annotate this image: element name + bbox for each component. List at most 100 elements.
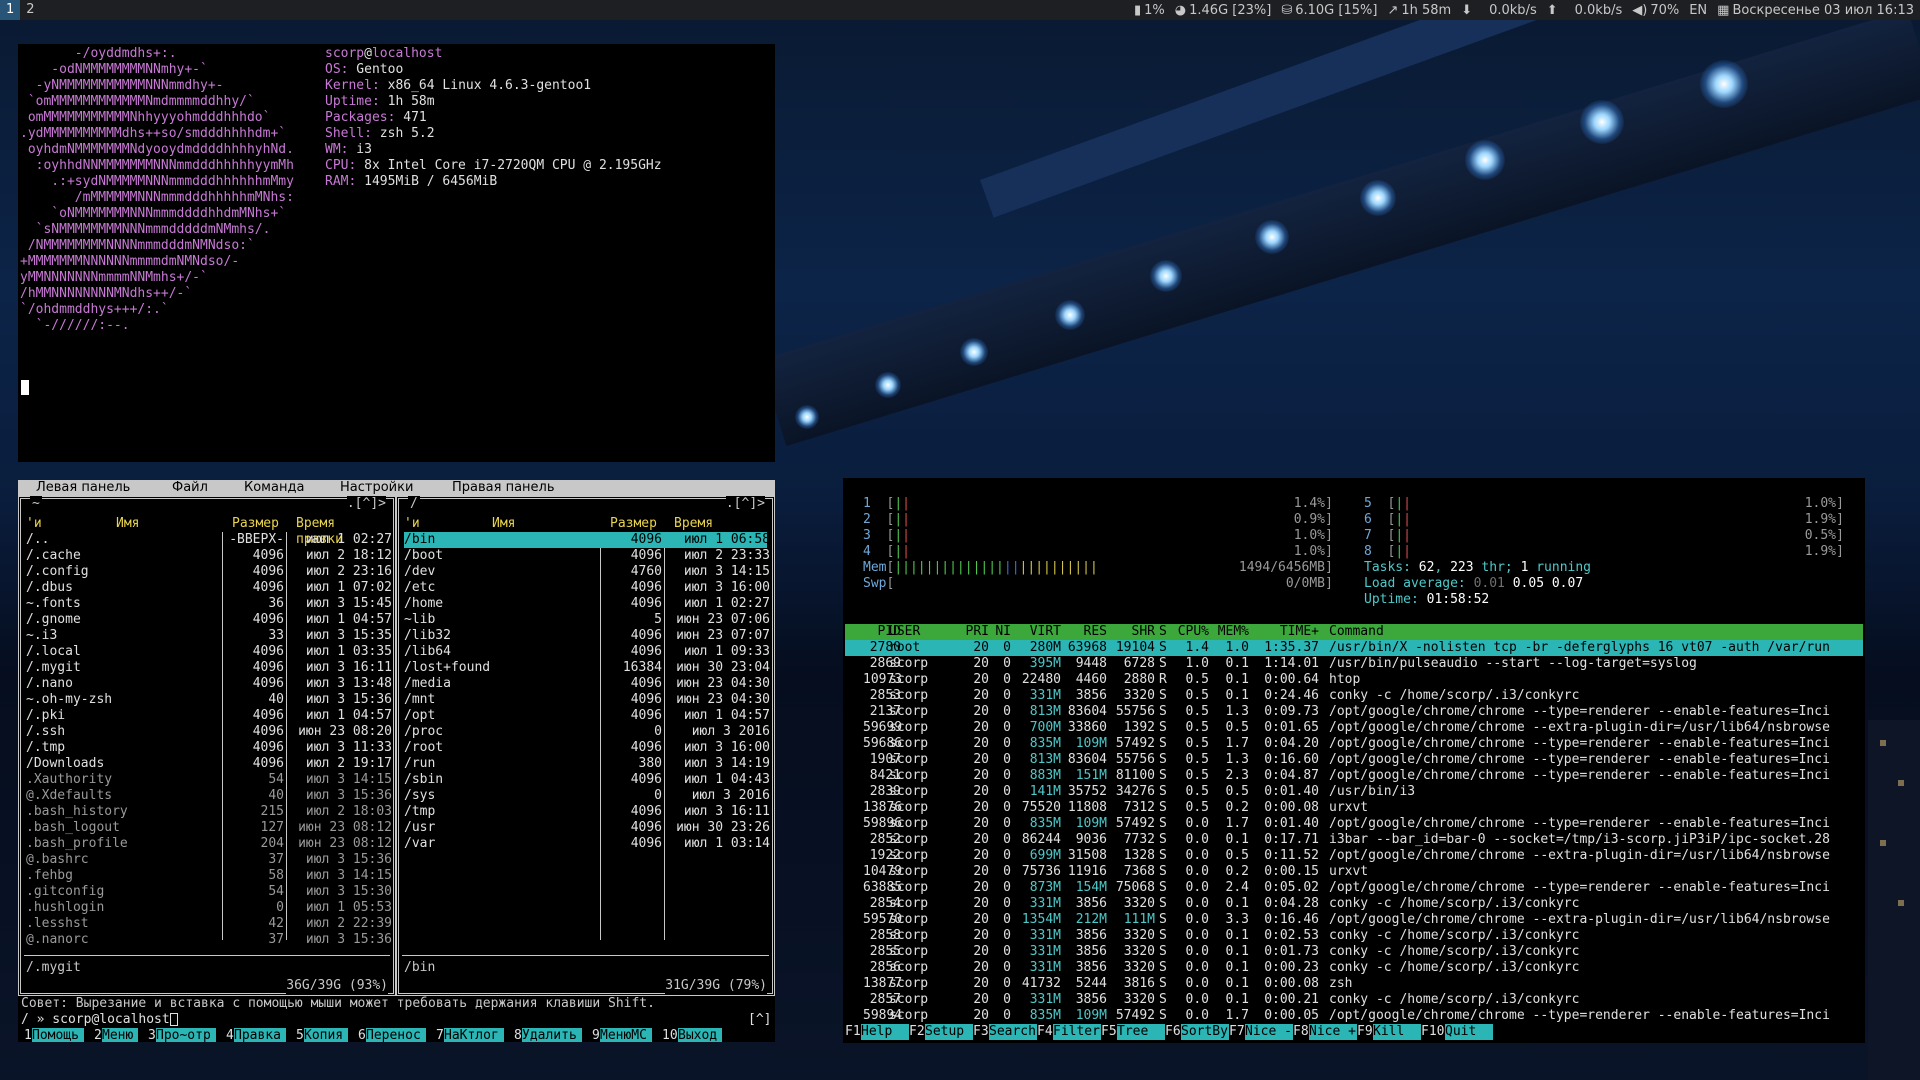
volume-status[interactable]: ◀) 70% — [1632, 3, 1679, 18]
process-row[interactable]: 1922 scorp 20 0 699M 31508 1328 S 0.0 0.5 0:11.52/… — [845, 848, 1863, 864]
file-row[interactable]: /var 4096 июл 1 03:14 — [404, 836, 770, 852]
mc-command-line[interactable]: / » scorp@localhost [^] — [21, 1012, 771, 1028]
file-row[interactable]: /usr 4096 июн 30 23:26 — [404, 820, 770, 836]
file-row[interactable]: /.config 4096 июл 2 23:16 — [26, 564, 392, 580]
file-row[interactable]: .bash_profile 204 июн 23 08:12 — [26, 836, 392, 852]
file-row[interactable]: ~.oh-my-zsh 40 июл 3 15:36 — [26, 692, 392, 708]
col-header-res[interactable]: RES — [1065, 624, 1107, 640]
fkey-setup[interactable]: Setup — [925, 1024, 973, 1040]
file-row[interactable]: ~.fonts 36 июл 3 15:45 — [26, 596, 392, 612]
fkey-МенюMC[interactable]: МенюMC — [600, 1028, 652, 1042]
menu-command[interactable]: Команда — [244, 480, 304, 496]
file-row[interactable]: .Xauthority 54 июл 3 14:15 — [26, 772, 392, 788]
file-row[interactable]: /dev 4760 июл 3 14:15 — [404, 564, 770, 580]
file-row[interactable]: .fehbg 58 июл 3 14:15 — [26, 868, 392, 884]
left-file-panel[interactable]: ~ .[^]> 'и Имя Размер Время правки /.. -В… — [18, 496, 396, 996]
file-row[interactable]: /.mygit 4096 июл 3 16:11 — [26, 660, 392, 676]
workspace-button-1[interactable]: 1 — [0, 0, 21, 20]
process-row[interactable]: 8421 scorp 20 0 883M 151M 81100 S 0.5 2.3 0:04.87/… — [845, 768, 1863, 784]
col-header-command[interactable]: Command — [1329, 624, 1384, 640]
fkey-kill[interactable]: Kill — [1373, 1024, 1421, 1040]
col-header-s[interactable]: S — [1159, 624, 1167, 640]
process-row[interactable]: 10479 scorp 20 0 75736 11916 7368 S 0.0 0.2 0:00.1… — [845, 864, 1863, 880]
col-header-pri[interactable]: PRI — [963, 624, 989, 640]
file-row[interactable]: .lesshst 42 июл 2 22:39 — [26, 916, 392, 932]
file-row[interactable]: /lib32 4096 июн 23 07:07 — [404, 628, 770, 644]
process-row[interactable]: 1907 scorp 20 0 813M 83604 55756 S 0.5 1.3 0:16.60… — [845, 752, 1863, 768]
fkey-help[interactable]: Help — [861, 1024, 909, 1040]
fkey-quit[interactable]: Quit — [1445, 1024, 1493, 1040]
file-row[interactable]: /.cache 4096 июл 2 18:12 — [26, 548, 392, 564]
file-row[interactable]: /.pki 4096 июл 1 04:57 — [26, 708, 392, 724]
file-row[interactable]: .bash_history 215 июл 2 18:03 — [26, 804, 392, 820]
workspace-button-2[interactable]: 2 — [20, 0, 40, 20]
history-button[interactable]: [^] — [748, 1012, 771, 1028]
menu-options[interactable]: Настройки — [340, 480, 413, 496]
file-row[interactable]: /lost+found 16384 июн 30 23:04 — [404, 660, 770, 676]
process-row[interactable]: 59570 scorp 20 0 1354M 212M 111M S 0.0 3.3 0:16.46… — [845, 912, 1863, 928]
file-row[interactable]: /.nano 4096 июл 3 13:48 — [26, 676, 392, 692]
col-header-shr[interactable]: SHR — [1111, 624, 1155, 640]
file-row[interactable]: /run 380 июл 3 14:19 — [404, 756, 770, 772]
fkey-Помощь[interactable]: Помощь — [32, 1028, 84, 1042]
col-header-mem[interactable]: MEM% — [1215, 624, 1249, 640]
file-row[interactable]: /.dbus 4096 июл 1 07:02 — [26, 580, 392, 596]
name-column-header[interactable]: Имя — [492, 516, 515, 532]
process-row[interactable]: 63885 scorp 20 0 873M 154M 75068 S 0.0 2.4 0:05.02… — [845, 880, 1863, 896]
file-row[interactable]: /root 4096 июл 3 16:00 — [404, 740, 770, 756]
file-row[interactable]: /etc 4096 июл 3 16:00 — [404, 580, 770, 596]
file-row[interactable]: /.local 4096 июл 1 03:35 — [26, 644, 392, 660]
col-header-cpu[interactable]: CPU% — [1175, 624, 1209, 640]
file-row[interactable]: /opt 4096 июл 1 04:57 — [404, 708, 770, 724]
file-row[interactable]: ~lib 5 июн 23 07:06 — [404, 612, 770, 628]
process-row[interactable]: 2855 scorp 20 0 331M 3856 3320 S 0.0 0.1 0:01.73 co… — [845, 944, 1863, 960]
fkey-Удалить[interactable]: Удалить — [522, 1028, 582, 1042]
col-header-user[interactable]: USER — [889, 624, 920, 640]
file-row[interactable]: @.Xdefaults 40 июл 3 15:36 — [26, 788, 392, 804]
process-row[interactable]: 10973 scorp 20 0 22480 4460 2880 R 0.5 0.1 0:00.64… — [845, 672, 1863, 688]
menu-right-panel[interactable]: Правая панель — [452, 480, 555, 496]
process-row[interactable]: 2839 scorp 20 0 141M 35752 34276 S 0.5 0.5 0:01.40… — [845, 784, 1863, 800]
process-row[interactable]: 2869 scorp 20 0 395M 9448 6728 S 1.0 0.1 1:14.01/u… — [845, 656, 1863, 672]
fkey-НаКтлог[interactable]: НаКтлог — [444, 1028, 504, 1042]
keyboard-layout[interactable]: EN — [1689, 3, 1707, 18]
file-row[interactable]: .bash_logout 127 июн 23 08:12 — [26, 820, 392, 836]
process-row[interactable]: 59686 scorp 20 0 835M 109M 57492 S 0.5 1.7 0:04.20… — [845, 736, 1863, 752]
process-row[interactable]: 2852 scorp 20 0 86244 9036 7732 S 0.0 0.1 0:17.71 i… — [845, 832, 1863, 848]
fkey-Меню[interactable]: Меню — [102, 1028, 138, 1042]
size-column-header[interactable]: Размер — [232, 516, 279, 532]
htop-window[interactable]: 1 [|| 1.4%] 2 [|| 0.9%] 3 [|| 1.0%] 4 [|| 1.0%]… — [843, 478, 1865, 1043]
fkey-nice[interactable]: Nice - — [1245, 1024, 1293, 1040]
neofetch-terminal[interactable]: -/oyddmdhs+:. -odNMMMMMMMMNNmhy+-` -yNMM… — [18, 44, 775, 462]
file-row[interactable]: /Downloads 4096 июл 2 19:17 — [26, 756, 392, 772]
file-row[interactable]: /proc 0 июл 3 2016 — [404, 724, 770, 740]
name-column-header[interactable]: Имя — [116, 516, 139, 532]
col-header-virt[interactable]: VIRT — [1017, 624, 1061, 640]
midnight-commander-window[interactable]: Левая панель Файл Команда Настройки Прав… — [18, 480, 775, 1042]
file-row[interactable]: .hushlogin 0 июл 1 05:53 — [26, 900, 392, 916]
file-row[interactable]: /home 4096 июл 1 02:27 — [404, 596, 770, 612]
file-row[interactable]: /sys 0 июл 3 2016 — [404, 788, 770, 804]
size-column-header[interactable]: Размер — [610, 516, 657, 532]
fkey-Копия[interactable]: Копия — [304, 1028, 348, 1042]
file-row[interactable]: /sbin 4096 июл 1 04:43 — [404, 772, 770, 788]
process-row[interactable]: 13876 scorp 20 0 75520 11808 7312 S 0.5 0.2 0:00.0… — [845, 800, 1863, 816]
fkey-Выход[interactable]: Выход — [678, 1028, 722, 1042]
file-row[interactable]: /.ssh 4096 июн 23 08:20 — [26, 724, 392, 740]
right-file-panel[interactable]: / .[^]> 'и Имя Размер Время правки /bin 4… — [396, 496, 775, 996]
file-row[interactable]: .gitconfig 54 июл 3 15:30 — [26, 884, 392, 900]
fkey-nice[interactable]: Nice + — [1309, 1024, 1357, 1040]
file-row[interactable]: /.. -ВВЕРХ-июл 1 02:27 — [26, 532, 392, 548]
col-header-time[interactable]: TIME+ — [1255, 624, 1319, 640]
file-row[interactable]: /.tmp 4096 июл 3 11:33 — [26, 740, 392, 756]
fkey-tree[interactable]: Tree — [1117, 1024, 1165, 1040]
process-row[interactable]: 59896 scorp 20 0 835M 109M 57492 S 0.0 1.7 0:01.40… — [845, 816, 1863, 832]
panel-controls[interactable]: .[^]> — [346, 496, 386, 512]
process-row[interactable]: 59699 scorp 20 0 700M 33860 1392 S 0.5 0.5 0:01.65… — [845, 720, 1863, 736]
file-row[interactable]: @.bashrc 37 июл 3 15:36 — [26, 852, 392, 868]
panel-path[interactable]: / — [408, 496, 420, 512]
process-row[interactable]: 2857 scorp 20 0 331M 3856 3320 S 0.0 0.1 0:00.21 co… — [845, 992, 1863, 1008]
file-row[interactable]: /.gnome 4096 июл 1 04:57 — [26, 612, 392, 628]
col-header-ni[interactable]: NI — [993, 624, 1011, 640]
file-row[interactable]: /mnt 4096 июн 23 04:30 — [404, 692, 770, 708]
